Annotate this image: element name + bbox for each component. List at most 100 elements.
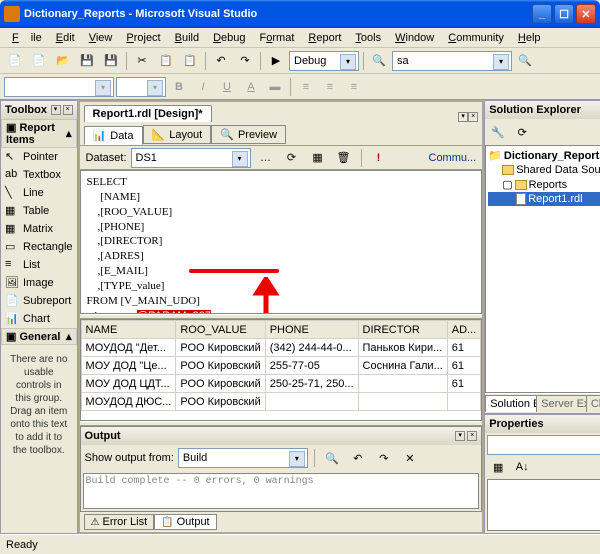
tab-menu-icon[interactable]: ▾ [458,112,468,122]
menu-help[interactable]: Help [512,30,547,46]
tool-matrix[interactable]: ▦Matrix [1,220,77,238]
menu-window[interactable]: Window [389,30,440,46]
categorized-icon[interactable]: ▦ [487,456,509,478]
align-right-icon[interactable]: ≡ [343,76,365,98]
output-source-combo[interactable]: Build [178,448,308,468]
tool-rectangle[interactable]: ▭Rectangle [1,238,77,256]
italic-icon[interactable]: I [192,76,214,98]
general-header[interactable]: ▣ General▴ [1,328,77,345]
data-tab[interactable]: 📊 Data [84,126,143,145]
output-text[interactable]: Build complete -- 0 errors, 0 warnings [83,473,480,509]
pin-icon[interactable]: ▾ [455,431,465,441]
maximize-button[interactable]: ☐ [554,4,574,24]
tool-subreport[interactable]: 📄Subreport [1,292,77,310]
menu-view[interactable]: View [83,30,119,46]
find-combo[interactable]: sa [392,51,512,71]
menu-project[interactable]: Project [120,30,166,46]
next-msg-icon[interactable]: ↷ [373,447,395,469]
open-icon[interactable]: 📂 [52,50,74,72]
col-header[interactable]: AD... [447,321,480,339]
menu-debug[interactable]: Debug [207,30,251,46]
reports-folder-node[interactable]: ▢ Reports [488,177,600,192]
find-icon[interactable]: 🔍 [368,50,390,72]
table-row[interactable]: МОУДОД ДЮС...РОО Кировский [81,393,481,411]
classview-tab[interactable]: Class View [586,395,600,412]
edit-dataset-icon[interactable]: … [255,147,277,169]
menu-tools[interactable]: Tools [349,30,387,46]
save-icon[interactable]: 💾 [76,50,98,72]
tool-list[interactable]: ≡List [1,256,77,274]
underline-icon[interactable]: U [216,76,238,98]
run-icon[interactable]: ! [368,147,390,169]
soln-tab[interactable]: Solution E... [485,395,537,412]
copy-icon[interactable]: 📋 [155,50,177,72]
properties-grid[interactable] [487,479,600,531]
clear-icon[interactable]: ✕ [399,447,421,469]
tool-pointer[interactable]: ↖Pointer [1,148,77,166]
sql-editor[interactable]: SELECT [NAME] ,[ROO_VALUE] ,[PHONE] ,[DI… [80,170,483,314]
pin-icon[interactable]: ▾ [51,105,61,115]
fontsize-combo[interactable] [116,77,166,97]
font-combo[interactable] [4,77,114,97]
panel-close-icon[interactable]: × [63,105,73,115]
menu-community[interactable]: Community [442,30,510,46]
delete-ds-icon[interactable]: 🗑 [333,147,355,169]
community-link[interactable]: Commu... [429,152,477,164]
tool-image[interactable]: 🖼Image [1,274,77,292]
menu-edit[interactable]: Edit [50,30,81,46]
refresh-icon[interactable]: ⟳ [281,147,303,169]
close-button[interactable]: ✕ [576,4,596,24]
props-object-combo[interactable] [487,435,600,455]
tab-close-icon[interactable]: × [468,112,478,122]
error-list-tab[interactable]: ⚠ Error List [84,514,155,530]
server-tab[interactable]: Server Ex... [536,395,587,412]
layout-tab[interactable]: 📐 Layout [143,125,212,144]
shared-ds-node[interactable]: Shared Data Sources [488,163,600,177]
save-all-icon[interactable]: 💾 [100,50,122,72]
tool-textbox[interactable]: abTextbox [1,166,77,184]
start-icon[interactable]: ▶ [265,50,287,72]
properties-icon[interactable]: 🔧 [487,121,509,143]
report-file-node[interactable]: Report1.rdl [488,192,600,206]
results-grid[interactable]: NAMEROO_VALUEPHONEDIRECTORAD...МОУДОД "Д… [80,319,483,421]
preview-tab[interactable]: 🔍 Preview [211,125,286,144]
forecolor-icon[interactable]: A [240,76,262,98]
align-left-icon[interactable]: ≡ [295,76,317,98]
bold-icon[interactable]: B [168,76,190,98]
tool-chart[interactable]: 📊Chart [1,310,77,328]
report-items-header[interactable]: ▣ Report Items▴ [1,119,77,148]
project-node[interactable]: 📁 Dictionary_Reports [488,148,600,163]
table-row[interactable]: МОУ ДОД ЦДТ...РОО Кировский250-25-71, 25… [81,375,481,393]
table-row[interactable]: МОУ ДОД "Це...РОО Кировский255-77-05Сосн… [81,357,481,375]
find-msg-icon[interactable]: 🔍 [321,447,343,469]
minimize-button[interactable]: _ [532,4,552,24]
col-header[interactable]: NAME [81,321,176,339]
dataset-combo[interactable]: DS1 [131,148,251,168]
menu-file[interactable]: File [6,30,48,46]
tool-table[interactable]: ▦Table [1,202,77,220]
output-tab[interactable]: 📋 Output [154,514,216,530]
tool-line[interactable]: ╲Line [1,184,77,202]
new-project-icon[interactable]: 📄 [4,50,26,72]
col-header[interactable]: PHONE [265,321,358,339]
alpha-icon[interactable]: A↓ [511,456,533,478]
config-combo[interactable]: Debug [289,51,359,71]
undo-icon[interactable]: ↶ [210,50,232,72]
menu-format[interactable]: Format [254,30,301,46]
cut-icon[interactable]: ✂ [131,50,153,72]
align-center-icon[interactable]: ≡ [319,76,341,98]
solution-tree[interactable]: 📁 Dictionary_Reports Shared Data Sources… [485,145,600,393]
redo-icon[interactable]: ↷ [234,50,256,72]
panel-close-icon[interactable]: × [467,431,477,441]
col-header[interactable]: ROO_VALUE [176,321,265,339]
prev-msg-icon[interactable]: ↶ [347,447,369,469]
menu-build[interactable]: Build [169,30,205,46]
find-next-icon[interactable]: 🔍 [514,50,536,72]
new-item-icon[interactable]: 📄 [28,50,50,72]
paste-icon[interactable]: 📋 [179,50,201,72]
refresh-tree-icon[interactable]: ⟳ [511,121,533,143]
menu-report[interactable]: Report [302,30,347,46]
table-row[interactable]: МОУДОД "Дет...РОО Кировский(342) 244-44-… [81,339,481,357]
generic-query-icon[interactable]: ▦ [307,147,329,169]
doc-tab[interactable]: Report1.rdl [Design]* [84,105,212,122]
